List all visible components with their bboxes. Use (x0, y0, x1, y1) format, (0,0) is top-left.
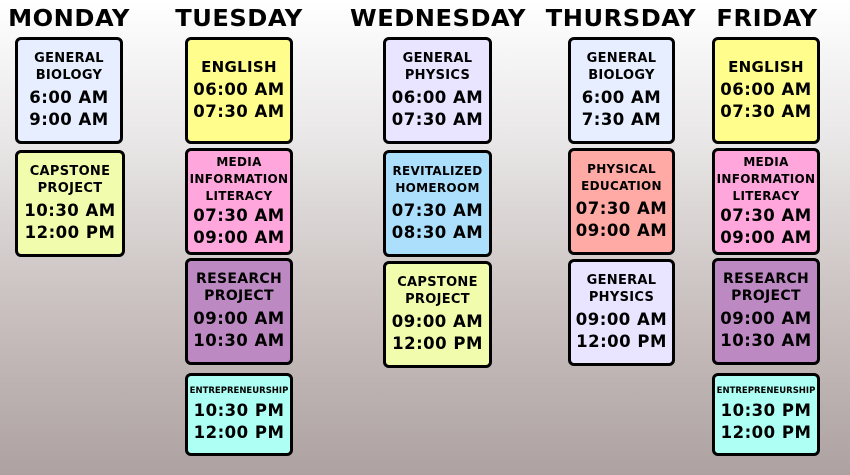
class-start-time: 06:00 AM (720, 79, 812, 99)
class-subject: RESEARCH PROJECT (723, 271, 809, 304)
class-end-time: 09:00 AM (575, 221, 668, 240)
class-card-wednesday-capstone-project[interactable]: CAPSTONE PROJECT 09:00 AM 12:00 PM (383, 261, 492, 368)
class-subject: GENERAL BIOLOGY (34, 51, 104, 83)
class-subject: GENERAL PHYSICS (586, 273, 657, 305)
class-start-time: 07:30 AM (720, 206, 812, 225)
class-card-wednesday-revitalized-homeroom[interactable]: REVITALIZED HOMEROOM 07:30 AM 08:30 AM (383, 150, 492, 257)
class-start-time: 6:00 AM (29, 88, 109, 107)
class-subject: MEDIA INFORMATION LITERACY (716, 155, 816, 203)
class-subject: RESEARCH PROJECT (196, 271, 282, 304)
class-end-time: 12:00 PM (392, 334, 483, 353)
class-start-time: 6:00 AM (581, 88, 662, 107)
class-end-time: 10:30 AM (193, 331, 285, 350)
day-header-wednesday: WEDNESDAY (350, 6, 526, 32)
class-card-tuesday-english[interactable]: ENGLISH 06:00 AM 07:30 AM (185, 37, 293, 144)
class-subject: MEDIA INFORMATION LITERACY (189, 155, 289, 203)
day-header-monday: MONDAY (8, 6, 130, 32)
class-card-thursday-general-physics[interactable]: GENERAL PHYSICS 09:00 AM 12:00 PM (568, 259, 675, 366)
class-card-friday-entrepreneurship[interactable]: ENTREPRENEURSHIP 10:30 PM 12:00 PM (712, 373, 820, 456)
class-subject: PHYSICAL EDUCATION (581, 162, 662, 193)
class-card-thursday-physical-education[interactable]: PHYSICAL EDUCATION 07:30 AM 09:00 AM (568, 148, 675, 255)
day-header-friday: FRIDAY (716, 6, 818, 32)
class-end-time: 10:30 AM (720, 331, 812, 350)
class-subject: REVITALIZED HOMEROOM (392, 164, 483, 195)
class-end-time: 09:00 AM (720, 228, 812, 247)
class-start-time: 09:00 AM (391, 312, 484, 331)
class-start-time: 09:00 AM (193, 309, 285, 328)
day-header-tuesday: TUESDAY (175, 6, 303, 32)
class-end-time: 07:30 AM (193, 101, 285, 121)
class-start-time: 10:30 AM (24, 201, 116, 220)
class-end-time: 07:30 AM (720, 101, 812, 121)
class-card-tuesday-research-project[interactable]: RESEARCH PROJECT 09:00 AM 10:30 AM (185, 258, 293, 365)
class-card-monday-general-biology[interactable]: GENERAL BIOLOGY 6:00 AM 9:00 AM (15, 37, 123, 144)
class-start-time: 10:30 PM (193, 401, 285, 420)
class-card-wednesday-general-physics[interactable]: GENERAL PHYSICS 06:00 AM 07:30 AM (383, 37, 492, 144)
class-subject: GENERAL PHYSICS (402, 51, 473, 83)
day-header-thursday: THURSDAY (545, 6, 697, 32)
class-end-time: 12:00 PM (24, 223, 116, 242)
class-start-time: 10:30 PM (720, 401, 812, 420)
class-end-time: 12:00 PM (720, 423, 812, 442)
class-start-time: 06:00 AM (193, 79, 285, 99)
class-card-friday-research-project[interactable]: RESEARCH PROJECT 09:00 AM 10:30 AM (712, 258, 820, 365)
class-start-time: 07:30 AM (391, 201, 484, 220)
class-subject: ENGLISH (201, 57, 277, 76)
class-card-tuesday-media-information-literacy[interactable]: MEDIA INFORMATION LITERACY 07:30 AM 09:0… (185, 148, 293, 255)
class-subject: GENERAL BIOLOGY (586, 51, 657, 83)
class-subject: CAPSTONE PROJECT (29, 164, 111, 196)
class-start-time: 09:00 AM (720, 309, 812, 328)
class-end-time: 12:00 PM (576, 332, 667, 351)
class-card-friday-media-information-literacy[interactable]: MEDIA INFORMATION LITERACY 07:30 AM 09:0… (712, 148, 820, 255)
class-start-time: 09:00 AM (575, 310, 668, 329)
class-subject: ENTREPRENEURSHIP (716, 386, 816, 396)
class-end-time: 08:30 AM (391, 223, 484, 242)
class-end-time: 12:00 PM (193, 423, 285, 442)
class-card-tuesday-entrepreneurship[interactable]: ENTREPRENEURSHIP 10:30 PM 12:00 PM (185, 373, 293, 456)
class-card-monday-capstone-project[interactable]: CAPSTONE PROJECT 10:30 AM 12:00 PM (15, 150, 125, 257)
class-subject: ENTREPRENEURSHIP (189, 386, 289, 396)
class-end-time: 7:30 AM (581, 110, 662, 129)
class-end-time: 09:00 AM (193, 228, 285, 247)
class-start-time: 07:30 AM (193, 206, 285, 225)
class-end-time: 07:30 AM (391, 110, 484, 129)
class-start-time: 06:00 AM (391, 88, 484, 107)
class-start-time: 07:30 AM (575, 199, 668, 218)
class-card-friday-english[interactable]: ENGLISH 06:00 AM 07:30 AM (712, 37, 820, 144)
class-card-thursday-general-biology[interactable]: GENERAL BIOLOGY 6:00 AM 7:30 AM (568, 37, 675, 144)
class-subject: ENGLISH (728, 57, 804, 76)
class-subject: CAPSTONE PROJECT (397, 275, 478, 307)
class-end-time: 9:00 AM (29, 110, 109, 129)
